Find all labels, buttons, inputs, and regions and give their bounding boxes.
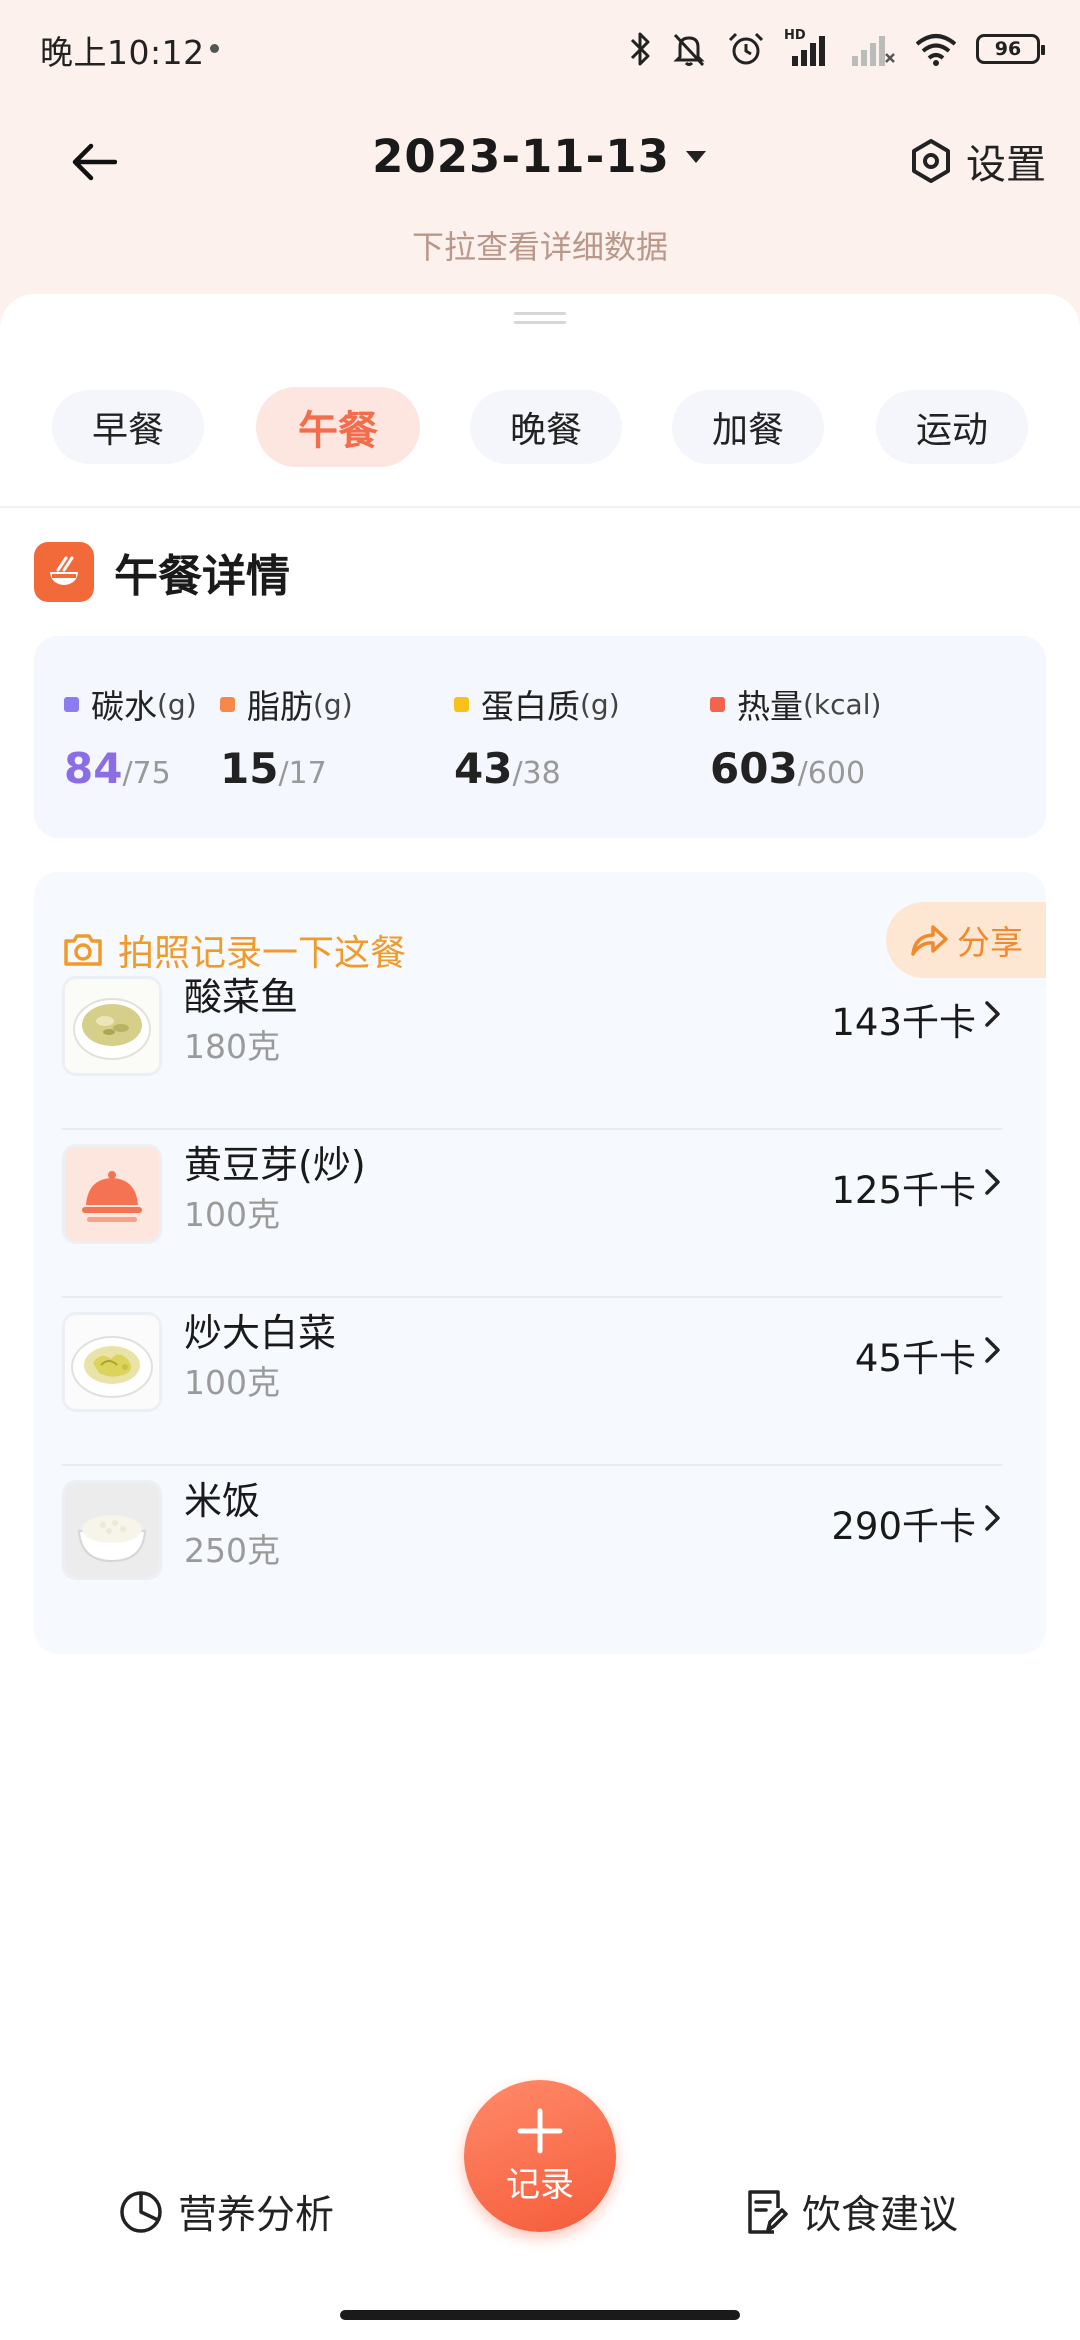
macro-protein: 蛋白质 (g) 43/38 — [454, 680, 620, 793]
noodle-bowl-icon — [34, 542, 94, 602]
food-list-card: 拍照记录一下这餐 分享 酸菜鱼 180克 143千卡 黄豆芽(炒) 100克 1… — [34, 872, 1046, 1654]
share-arrow-icon — [911, 925, 948, 956]
hd-label: HD — [784, 28, 806, 43]
section-header: 午餐详情 — [34, 540, 290, 604]
bluetooth-icon — [630, 32, 650, 66]
settings-button[interactable]: 设置 — [908, 132, 1046, 190]
food-item-row[interactable]: 酸菜鱼 180克 143千卡 — [62, 962, 1002, 1130]
pull-down-hint: 下拉查看详细数据 — [411, 228, 668, 266]
tab-breakfast[interactable]: 早餐 — [52, 390, 204, 464]
soup-bowl-thumbnail — [62, 976, 162, 1076]
calories-unit: (kcal) — [803, 687, 882, 721]
protein-label: 蛋白质 — [481, 687, 580, 726]
food-name: 酸菜鱼 — [184, 975, 299, 1019]
notification-dot — [210, 44, 219, 53]
sheet-drag-handle[interactable] — [514, 312, 566, 326]
rice-bowl-thumbnail — [62, 1480, 162, 1580]
protein-target: /38 — [512, 756, 561, 791]
calories-color-dot — [710, 696, 725, 712]
food-calories: 290千卡 — [831, 1505, 976, 1548]
macro-carbs: 碳水 (g) 84/75 — [64, 680, 197, 793]
date-text: 2023-11-13 — [372, 130, 670, 183]
pie-chart-icon — [120, 2191, 162, 2233]
chevron-right-icon — [985, 1337, 1000, 1363]
macro-calories: 热量 (kcal) 603/600 — [710, 680, 881, 793]
food-item-row[interactable]: 黄豆芽(炒) 100克 125千卡 — [62, 1130, 1002, 1298]
fat-target: /17 — [278, 756, 327, 791]
food-name: 炒大白菜 — [184, 1311, 337, 1355]
food-weight: 100克 — [184, 1363, 280, 1402]
protein-unit: (g) — [580, 687, 620, 721]
food-name: 米饭 — [184, 1479, 261, 1523]
signal-hd-icon: HD — [784, 28, 832, 68]
record-label: 记录 — [506, 2164, 574, 2205]
tabs-divider — [0, 506, 1080, 508]
diet-advice-button[interactable]: 饮食建议 — [744, 2184, 958, 2240]
food-weight: 100克 — [184, 1195, 280, 1234]
protein-color-dot — [454, 696, 469, 712]
fat-label: 脂肪 — [247, 687, 313, 726]
food-calories: 125千卡 — [831, 1169, 976, 1212]
carbs-unit: (g) — [157, 687, 197, 721]
fat-unit: (g) — [313, 687, 353, 721]
wifi-icon — [915, 34, 957, 66]
nutrition-analysis-button[interactable]: 营养分析 — [118, 2184, 334, 2240]
bottom-nav: 营养分析 记录 饮食建议 — [0, 2080, 1080, 2300]
plus-icon — [517, 2108, 563, 2153]
tab-exercise[interactable]: 运动 — [876, 390, 1028, 464]
edit-document-icon — [748, 2190, 788, 2234]
settings-label: 设置 — [966, 142, 1046, 188]
carbs-color-dot — [64, 696, 79, 712]
food-item-row[interactable]: 米饭 250克 290千卡 — [62, 1466, 1002, 1634]
chevron-right-icon — [985, 1169, 1000, 1195]
status-icons: HD 96 — [628, 26, 1045, 72]
tab-lunch[interactable]: 午餐 — [256, 387, 420, 467]
dish-cover-placeholder-thumbnail — [62, 1144, 162, 1244]
app-header: 2023-11-13 设置 — [0, 120, 1080, 204]
tab-dinner[interactable]: 晚餐 — [470, 390, 622, 464]
nutrition-analysis-label: 营养分析 — [178, 2193, 335, 2238]
food-calories: 143千卡 — [831, 1001, 976, 1044]
fat-value: 15 — [220, 744, 279, 793]
carbs-label: 碳水 — [91, 687, 157, 726]
cabbage-plate-thumbnail — [62, 1312, 162, 1412]
battery-level: 96 — [994, 38, 1022, 60]
top-area: 晚上10:12 HD 96 2023-11-13 设置 下拉查看详细数据 — [0, 0, 1080, 330]
food-weight: 250克 — [184, 1531, 280, 1570]
mute-bell-icon — [673, 33, 705, 67]
macro-summary-card: 碳水 (g) 84/75 脂肪 (g) 15/17 蛋白质 (g) 43/38 热量(… — [34, 636, 1046, 838]
macro-fat: 脂肪 (g) 15/17 — [220, 680, 353, 793]
calories-label: 热量 — [737, 687, 803, 726]
settings-hexagon-icon — [912, 139, 950, 183]
carbs-target: /75 — [122, 756, 171, 791]
food-name: 黄豆芽(炒) — [184, 1143, 366, 1187]
alarm-icon — [728, 32, 764, 65]
chevron-right-icon — [985, 1505, 1000, 1531]
food-weight: 180克 — [184, 1027, 280, 1066]
share-label: 分享 — [957, 923, 1023, 962]
home-indicator[interactable] — [340, 2310, 740, 2320]
status-bar: 晚上10:12 HD 96 — [0, 0, 1080, 96]
carbs-value: 84 — [64, 744, 123, 793]
record-fab-button[interactable]: 记录 — [464, 2080, 616, 2232]
tab-snack[interactable]: 加餐 — [672, 390, 824, 464]
signal-weak-icon — [852, 36, 895, 66]
battery-indicator: 96 — [976, 34, 1045, 64]
protein-value: 43 — [454, 744, 513, 793]
chevron-right-icon — [985, 1001, 1000, 1027]
diet-advice-label: 饮食建议 — [802, 2193, 959, 2238]
dropdown-triangle-icon — [685, 150, 706, 163]
food-item-row[interactable]: 炒大白菜 100克 45千卡 — [62, 1298, 1002, 1466]
status-time: 晚上10:12 — [40, 33, 205, 72]
calories-target: /600 — [797, 756, 866, 791]
section-title: 午餐详情 — [114, 551, 290, 602]
meal-tabs: 早餐 午餐 晚餐 加餐 运动 — [0, 387, 1080, 470]
fat-color-dot — [220, 696, 235, 712]
calories-value: 603 — [710, 744, 798, 793]
meal-detail-sheet: 早餐 午餐 晚餐 加餐 运动 午餐详情 碳水 (g) 84/75 脂肪 (g) 15… — [0, 294, 1080, 2340]
food-calories: 45千卡 — [854, 1337, 976, 1380]
